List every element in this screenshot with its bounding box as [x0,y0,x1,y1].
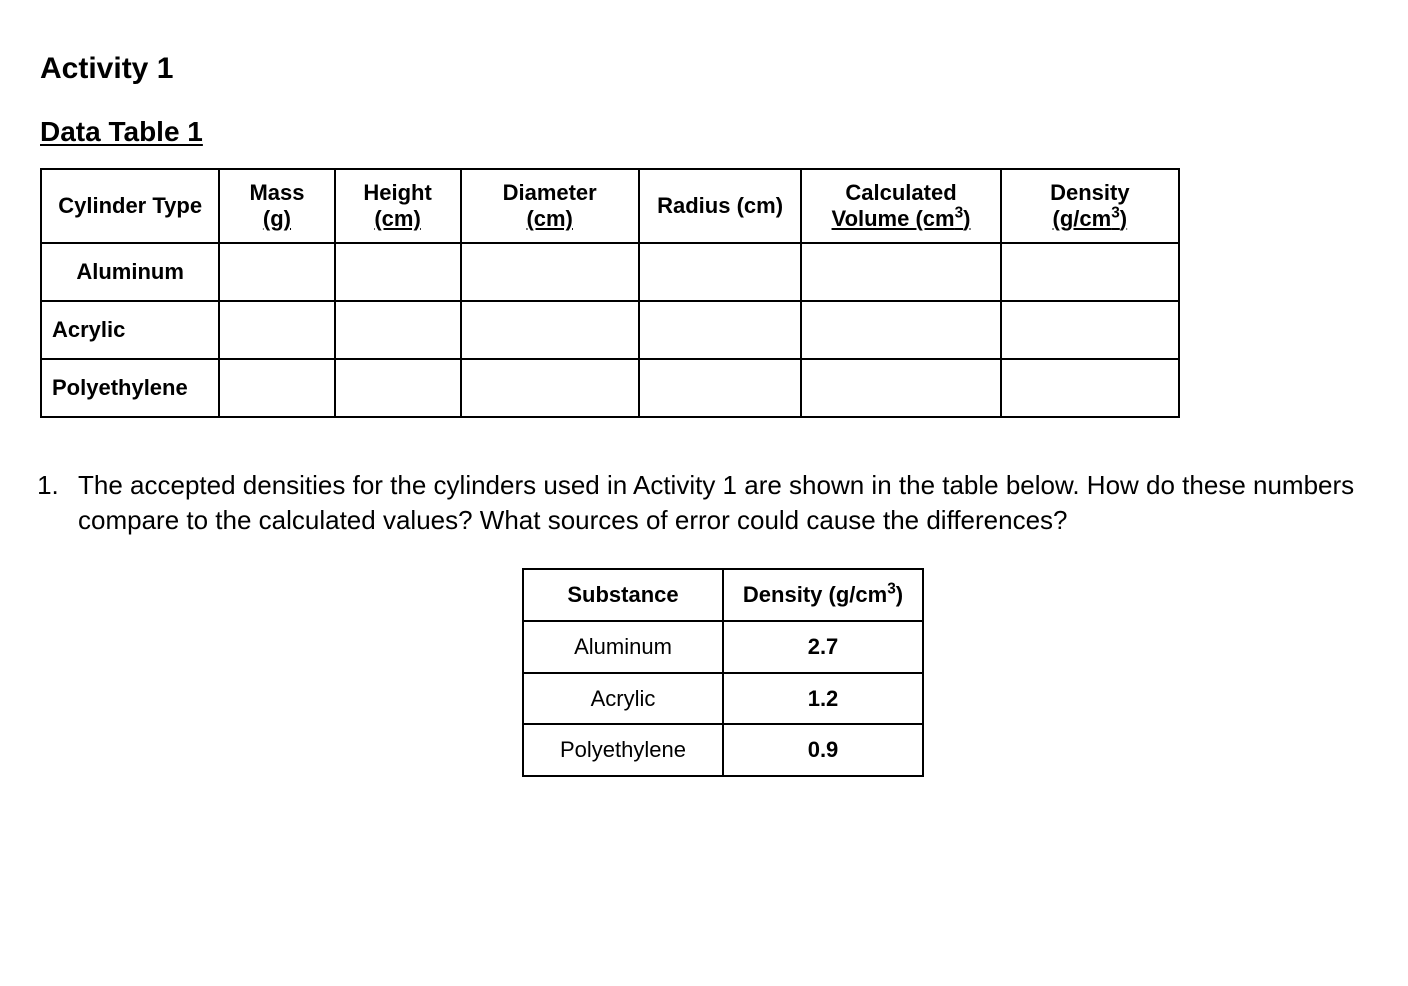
col-header-volume: Calculated Volume (cm3) [801,169,1000,243]
col-header-diameter: Diameter (cm) [461,169,639,243]
cell-substance: Acrylic [523,673,723,725]
col-header-mass: Mass (g) [219,169,334,243]
col-header-diameter-label: Diameter [503,180,597,205]
cell-mass [219,301,334,359]
data-table-header: Cylinder Type Mass (g) Height (cm) Diame… [41,169,1179,243]
col-header-diameter-unit: (cm) [526,206,572,231]
cell-diameter [461,359,639,417]
table-row: Acrylic 1.2 [523,673,923,725]
col-header-volume-unit: Volume (cm3) [832,206,971,231]
col-header-density-label: Density [1050,180,1129,205]
col-header-volume-label: Calculated [845,180,956,205]
col-header-mass-label: Mass [249,180,304,205]
col-header-density-unit: (g/cm3) [1053,206,1128,231]
cell-type: Polyethylene [41,359,219,417]
cell-volume [801,301,1000,359]
question-item: The accepted densities for the cylinders… [66,468,1368,777]
table-caption: Data Table 1 [40,116,1368,148]
cell-density-value: 2.7 [723,621,923,673]
cell-radius [639,243,802,301]
col-header-height-label: Height [363,180,431,205]
col-header-density: Density (g/cm3) [1001,169,1179,243]
question-text: The accepted densities for the cylinders… [78,470,1354,535]
activity-heading: Activity 1 [40,52,1368,86]
cell-mass [219,359,334,417]
cell-type: Aluminum [41,243,219,301]
cell-density [1001,359,1179,417]
cell-density [1001,243,1179,301]
col-header-type: Cylinder Type [41,169,219,243]
accepted-density-table: Substance Density (g/cm3) Aluminum 2.7 A… [522,568,924,777]
cell-mass [219,243,334,301]
cell-radius [639,359,802,417]
col-header-mass-unit: (g) [263,206,291,231]
data-table-1: Cylinder Type Mass (g) Height (cm) Diame… [40,168,1180,418]
cell-volume [801,243,1000,301]
table-row: Aluminum [41,243,1179,301]
table-row: Aluminum 2.7 [523,621,923,673]
table-row: Polyethylene [41,359,1179,417]
question-list: The accepted densities for the cylinders… [40,468,1368,777]
cell-substance: Polyethylene [523,724,723,776]
cell-height [335,243,461,301]
col-header-density: Density (g/cm3) [723,569,923,621]
cell-diameter [461,301,639,359]
cell-substance: Aluminum [523,621,723,673]
cell-volume [801,359,1000,417]
cell-density-value: 0.9 [723,724,923,776]
cell-diameter [461,243,639,301]
col-header-height-unit: (cm) [374,206,420,231]
cell-density-value: 1.2 [723,673,923,725]
table-row: Polyethylene 0.9 [523,724,923,776]
cell-radius [639,301,802,359]
cell-height [335,301,461,359]
col-header-radius: Radius (cm) [639,169,802,243]
col-header-substance: Substance [523,569,723,621]
table-row: Acrylic [41,301,1179,359]
cell-type: Acrylic [41,301,219,359]
cell-height [335,359,461,417]
col-header-height: Height (cm) [335,169,461,243]
cell-density [1001,301,1179,359]
